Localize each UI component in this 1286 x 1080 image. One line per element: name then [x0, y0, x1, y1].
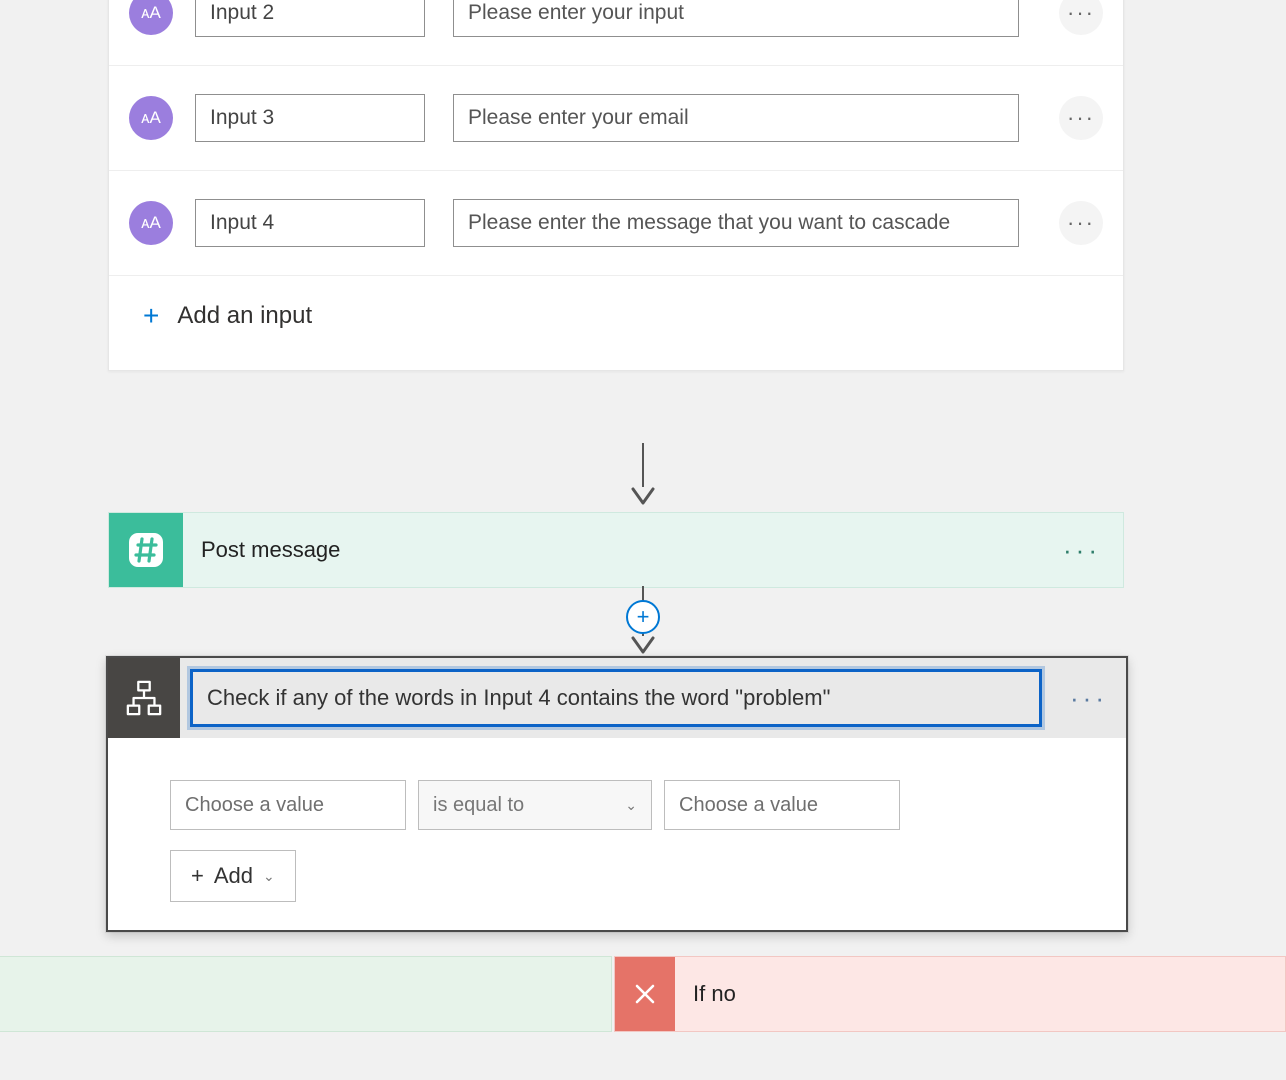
input-row: ᴀA Input 4 Please enter the message that… [109, 171, 1123, 276]
chevron-down-icon: ⌄ [263, 868, 275, 885]
add-input-button[interactable]: + Add an input [109, 276, 1123, 360]
close-icon [615, 957, 675, 1031]
input-placeholder-field[interactable]: Please enter your email [453, 94, 1019, 142]
add-condition-button[interactable]: + Add ⌄ [170, 850, 296, 902]
insert-step-button[interactable]: + [626, 600, 660, 634]
condition-icon [108, 658, 180, 738]
text-type-icon: ᴀA [129, 0, 173, 35]
condition-operator-select[interactable]: is equal to ⌄ [418, 780, 652, 830]
condition-header: Check if any of the words in Input 4 con… [108, 658, 1126, 738]
post-message-card[interactable]: Post message ··· [108, 512, 1124, 588]
plus-icon: + [143, 300, 159, 332]
slack-hash-icon [109, 513, 183, 587]
condition-card: Check if any of the words in Input 4 con… [106, 656, 1128, 932]
text-type-icon: ᴀA [129, 201, 173, 245]
if-no-label: If no [675, 981, 736, 1007]
chevron-down-icon: ⌄ [625, 797, 637, 814]
condition-right-value[interactable]: Choose a value [664, 780, 900, 830]
post-message-title: Post message [183, 537, 340, 563]
text-type-icon: ᴀA [129, 96, 173, 140]
if-yes-branch-card[interactable] [0, 956, 612, 1032]
input-name-field[interactable]: Input 3 [195, 94, 425, 142]
add-condition-label: Add [214, 863, 253, 889]
if-no-branch-card[interactable]: If no [614, 956, 1286, 1032]
input-row: ᴀA Input 2 Please enter your input ··· [109, 0, 1123, 66]
input-name-field[interactable]: Input 4 [195, 199, 425, 247]
connector-arrow [631, 443, 655, 507]
plus-icon: + [191, 863, 204, 889]
add-input-label: Add an input [177, 302, 312, 330]
trigger-card: ᴀA Input 2 Please enter your input ··· ᴀ… [108, 0, 1124, 371]
condition-title-input[interactable]: Check if any of the words in Input 4 con… [190, 669, 1042, 727]
input-row: ᴀA Input 3 Please enter your email ··· [109, 66, 1123, 171]
input-placeholder-field[interactable]: Please enter your input [453, 0, 1019, 37]
card-more-button[interactable]: ··· [1063, 535, 1101, 566]
row-more-button[interactable]: ··· [1059, 0, 1103, 35]
card-more-button[interactable]: ··· [1052, 658, 1126, 738]
condition-left-value[interactable]: Choose a value [170, 780, 406, 830]
input-placeholder-field[interactable]: Please enter the message that you want t… [453, 199, 1019, 247]
row-more-button[interactable]: ··· [1059, 201, 1103, 245]
row-more-button[interactable]: ··· [1059, 96, 1103, 140]
input-name-field[interactable]: Input 2 [195, 0, 425, 37]
